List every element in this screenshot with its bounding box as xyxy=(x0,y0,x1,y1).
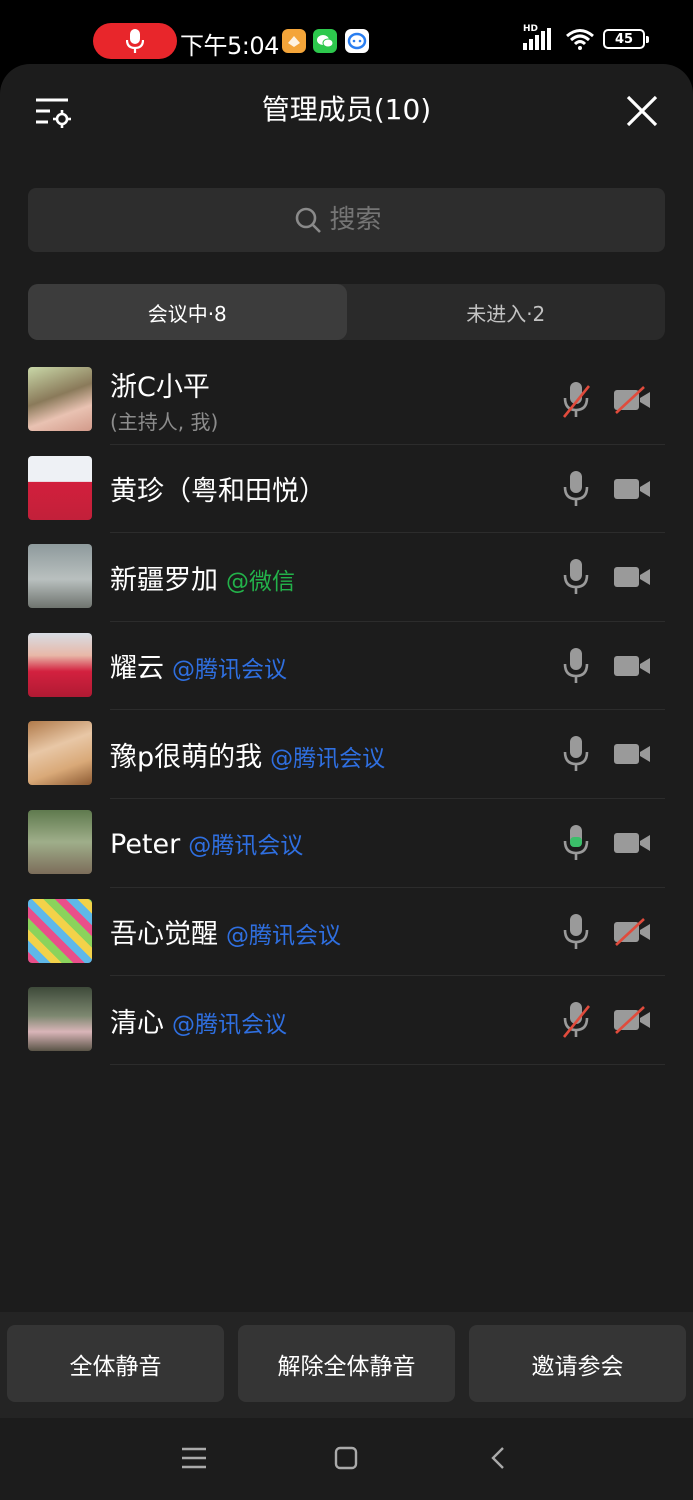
status-bar: 下午5:04 HD 45 xyxy=(0,0,693,62)
member-source-tag: @腾讯会议 xyxy=(270,745,386,772)
member-name-line: 浙C小平 xyxy=(110,365,218,404)
menu-icon[interactable] xyxy=(181,1446,207,1470)
member-row[interactable]: Peter @腾讯会议 xyxy=(0,799,693,888)
member-name: 豫p很萌的我 xyxy=(110,741,263,773)
avatar xyxy=(28,809,92,874)
member-row[interactable]: 新疆罗加 @微信 xyxy=(0,533,693,622)
avatar xyxy=(28,632,92,697)
action-bar: 全体静音 解除全体静音 邀请参会 xyxy=(0,1312,693,1418)
hd-label: HD xyxy=(523,24,539,34)
member-info: 吾心觉醒 @腾讯会议 xyxy=(110,888,341,976)
status-time: 下午5:04 xyxy=(180,32,279,60)
microphone-icon[interactable] xyxy=(561,912,591,952)
member-name: 清心 xyxy=(110,1007,164,1039)
battery-indicator: 45 xyxy=(603,29,649,49)
microphone-icon[interactable] xyxy=(561,734,591,774)
search-input[interactable] xyxy=(329,205,400,235)
member-list: 浙C小平 (主持人, 我) 黄珍（粤和田悦） 新疆罗加 @微信 耀云 @腾讯会议 豫p很萌的我… xyxy=(0,356,693,1065)
member-name-line: 新疆罗加 @微信 xyxy=(110,558,295,597)
camera-off-icon[interactable] xyxy=(613,1006,651,1035)
member-source-tag: @微信 xyxy=(226,568,295,595)
panel-header: 管理成员(10) xyxy=(0,64,693,154)
member-name: 黄珍（粤和田悦） xyxy=(110,476,326,508)
page-title: 管理成员(10) xyxy=(261,93,432,126)
manage-members-panel: 管理成员(10) 会议中·8 未进入·2 浙C小平 (主持人, 我) 黄珍（粤和田悦… xyxy=(0,64,693,1500)
member-info: 清心 @腾讯会议 xyxy=(110,976,287,1064)
mic-muted-icon[interactable] xyxy=(561,1000,591,1040)
orange-app-icon xyxy=(282,29,306,53)
microphone-icon[interactable] xyxy=(561,646,591,686)
member-source-tag: @腾讯会议 xyxy=(226,923,341,950)
tab-in-meeting[interactable]: 会议中·8 xyxy=(28,284,347,340)
member-row[interactable]: 浙C小平 (主持人, 我) xyxy=(0,356,693,445)
microphone-icon[interactable] xyxy=(561,557,591,597)
avatar xyxy=(28,721,92,786)
camera-icon[interactable] xyxy=(613,829,651,857)
wifi-icon xyxy=(566,29,594,50)
avatar xyxy=(28,987,92,1052)
member-source-tag: @腾讯会议 xyxy=(172,657,287,684)
member-role: (主持人, 我) xyxy=(110,410,219,434)
camera-off-icon[interactable] xyxy=(613,917,651,946)
close-icon[interactable] xyxy=(625,94,659,128)
member-name-line: Peter @腾讯会议 xyxy=(110,826,303,860)
invite-button[interactable]: 邀请参会 xyxy=(469,1325,686,1402)
member-row[interactable]: 清心 @腾讯会议 xyxy=(0,976,693,1065)
back-icon[interactable] xyxy=(490,1446,506,1470)
camera-icon[interactable] xyxy=(613,652,651,680)
member-name: Peter xyxy=(110,828,181,860)
camera-icon[interactable] xyxy=(613,475,651,503)
microphone-icon[interactable] xyxy=(561,469,591,509)
member-name-line: 清心 @腾讯会议 xyxy=(110,1001,287,1040)
avatar xyxy=(28,367,92,431)
search-bar[interactable] xyxy=(28,188,665,252)
member-info: 豫p很萌的我 @腾讯会议 xyxy=(110,710,385,798)
member-name-line: 豫p很萌的我 @腾讯会议 xyxy=(110,735,385,774)
member-info: 浙C小平 (主持人, 我) xyxy=(110,356,218,444)
member-source-tag: @腾讯会议 xyxy=(188,832,304,859)
avatar xyxy=(28,898,92,963)
member-name: 浙C小平 xyxy=(110,372,210,403)
avatar xyxy=(28,455,92,520)
member-name-line: 吾心觉醒 @腾讯会议 xyxy=(110,912,341,951)
member-row[interactable]: 豫p很萌的我 @腾讯会议 xyxy=(0,710,693,799)
mute-all-button[interactable]: 全体静音 xyxy=(7,1325,224,1402)
row-divider xyxy=(110,1063,665,1065)
microphone-icon xyxy=(126,29,144,53)
member-row[interactable]: 黄珍（粤和田悦） xyxy=(0,445,693,534)
home-icon[interactable] xyxy=(334,1446,358,1470)
member-source-tag: @腾讯会议 xyxy=(172,1011,287,1038)
camera-off-icon[interactable] xyxy=(613,386,651,414)
signal-icon: HD xyxy=(523,24,551,50)
avatar xyxy=(28,544,92,609)
member-row[interactable]: 耀云 @腾讯会议 xyxy=(0,622,693,711)
wechat-icon xyxy=(313,29,337,53)
member-info: 耀云 @腾讯会议 xyxy=(110,622,287,710)
member-tabs: 会议中·8 未进入·2 xyxy=(28,284,665,340)
member-info: 黄珍（粤和田悦） xyxy=(110,445,326,533)
member-info: 新疆罗加 @微信 xyxy=(110,533,295,621)
member-name: 吾心觉醒 xyxy=(110,919,218,951)
unmute-all-button[interactable]: 解除全体静音 xyxy=(238,1325,455,1402)
mic-muted-icon[interactable] xyxy=(561,380,591,420)
tab-not-joined[interactable]: 未进入·2 xyxy=(347,284,666,340)
search-icon xyxy=(295,207,321,233)
chat-bubble-icon xyxy=(345,29,369,53)
microphone-icon[interactable] xyxy=(561,823,591,863)
camera-icon[interactable] xyxy=(613,740,651,768)
member-info: Peter @腾讯会议 xyxy=(110,799,303,887)
member-name-line: 耀云 @腾讯会议 xyxy=(110,646,287,685)
member-name-line: 黄珍（粤和田悦） xyxy=(110,469,326,508)
member-row[interactable]: 吾心觉醒 @腾讯会议 xyxy=(0,888,693,977)
system-nav-bar xyxy=(0,1418,693,1500)
member-name: 耀云 xyxy=(110,653,164,685)
camera-icon[interactable] xyxy=(613,563,651,591)
recording-indicator[interactable] xyxy=(93,23,177,59)
member-name: 新疆罗加 xyxy=(110,564,218,596)
